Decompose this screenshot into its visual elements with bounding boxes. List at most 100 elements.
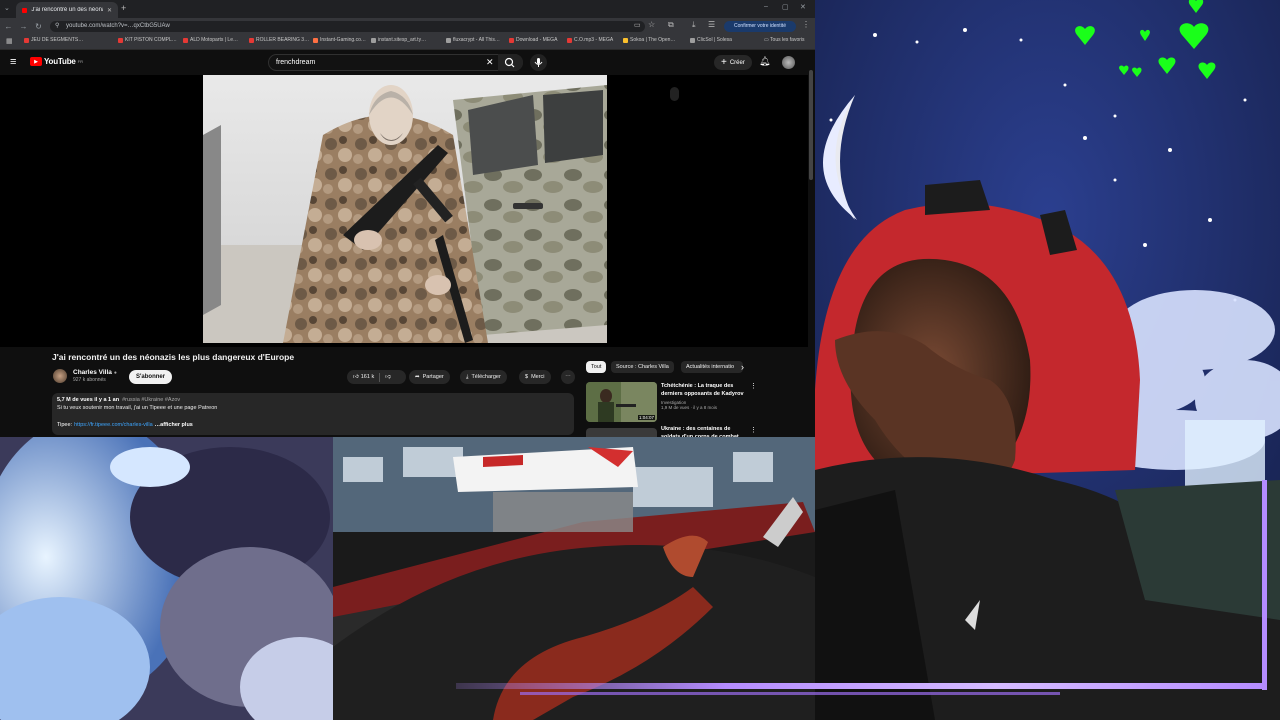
clear-search-icon[interactable]: ✕ [486, 57, 494, 68]
plus-icon: + [721, 57, 727, 68]
drinking-video-image [333, 437, 815, 720]
page-scrollbar[interactable] [809, 70, 813, 180]
youtube-favicon-icon [22, 7, 28, 13]
search-input[interactable]: frenchdream [276, 54, 315, 71]
reload-icon[interactable]: ↻ [33, 21, 44, 32]
bookmark-item[interactable]: Instant-Gaming.co… [313, 37, 366, 43]
more-actions-button[interactable]: ⋯ [561, 370, 575, 384]
recommendation-title: Tchétchénie : La traque des derniers opp… [661, 383, 744, 397]
chip-all[interactable]: Tout [586, 361, 607, 373]
apps-grid-icon[interactable]: ▦ [6, 37, 13, 45]
recommendation-more-icon[interactable]: ⋮ [750, 382, 757, 390]
webcam-feed-image [815, 0, 1280, 720]
bookmark-item[interactable]: fluxacrypt - All This… [446, 37, 500, 43]
tab-list-icon[interactable]: ⌄ [4, 4, 10, 12]
chevron-right-icon[interactable]: › [741, 362, 744, 372]
youtube-logo-text: YouTube [44, 57, 76, 66]
browser-window: ⌄ J'ai rencontré un des néona… ✕ + – ▢ ✕… [0, 0, 815, 437]
forward-icon[interactable]: → [18, 21, 29, 32]
sidebar-icon[interactable]: ☰ [708, 20, 715, 29]
downloads-icon[interactable]: ⤓ [692, 20, 696, 30]
search-icon [504, 57, 515, 68]
description-box[interactable]: 5,7 M de vues il y a 1 an #russia #Ukrai… [52, 393, 574, 435]
create-button[interactable]: + Créer [714, 55, 752, 70]
channel-name[interactable]: Charles Villa [73, 369, 112, 376]
more-horizontal-icon: ⋯ [565, 374, 571, 380]
search-button[interactable] [498, 54, 523, 71]
glitch-line [456, 683, 1266, 689]
url-field[interactable]: ⚲ youtube.com/watch?v=…qxCtbG5UAw [50, 21, 645, 32]
download-button[interactable]: ⤓ Télécharger [460, 370, 507, 384]
download-label: Télécharger [471, 374, 501, 380]
drinking-video-overlay [333, 437, 815, 720]
bookmark-item[interactable]: instant.sitesp_art.ty… [371, 37, 426, 43]
youtube-logo[interactable]: ▶ YouTube FR [30, 57, 83, 66]
like-dislike-group: 👍︎ 161 k 👎︎ [347, 370, 406, 384]
thanks-button[interactable]: $ Merci [519, 370, 551, 384]
thanks-icon: $ [525, 374, 529, 380]
bookmark-item[interactable]: C.O.mp3 - MEGA [567, 37, 613, 43]
share-label: Partager [422, 374, 444, 380]
channel-avatar[interactable] [53, 369, 67, 383]
bookmark-item[interactable]: ALD Motoparts | Le… [183, 37, 238, 43]
bookmark-favicon-icon [183, 37, 188, 43]
hashtags[interactable]: #russia #Ukraine #Azov [122, 397, 180, 403]
webcam-overlay [815, 0, 1280, 720]
bookmark-item[interactable]: Sokoa | The Open… [623, 37, 675, 43]
recommendation-item[interactable]: Tchétchénie : La traque des derniers opp… [661, 382, 749, 410]
video-still-image [203, 75, 607, 343]
view-stats: 5,7 M de vues il y a 1 an [57, 397, 120, 403]
avatar[interactable] [782, 56, 795, 69]
active-tab[interactable]: J'ai rencontré un des néona… ✕ [16, 2, 118, 18]
bookmark-label: ALD Motoparts | Le… [190, 37, 238, 43]
bookmark-label: C.O.mp3 - MEGA [574, 37, 614, 43]
bookmark-item[interactable]: KIT PISTON COMPL… [118, 37, 177, 43]
all-bookmarks-label: Tous les favoris [770, 37, 805, 43]
bookmark-favicon-icon [24, 37, 29, 43]
extensions-icon[interactable]: ⧉ [668, 20, 674, 30]
bookmark-favicon-icon [446, 37, 451, 43]
url-text: youtube.com/watch?v=…qxCtbG5UAw [66, 23, 170, 29]
profile-verify-label: Confirmer votre identité [734, 23, 786, 29]
hamburger-menu-icon[interactable]: ≡ [10, 56, 16, 68]
more-menu-icon[interactable]: ⋮ [802, 20, 810, 29]
minimize-icon[interactable]: – [764, 3, 768, 10]
notifications-bell-icon[interactable]: 🔔︎ [759, 56, 770, 67]
tipee-label: Tipee: [57, 422, 73, 428]
recommendation-title[interactable]: Ukraine : des centaines de soldats d'un … [661, 425, 749, 437]
bookmark-label: fluxacrypt - All This… [453, 37, 500, 43]
close-window-icon[interactable]: ✕ [800, 3, 806, 11]
player-overlay-icon[interactable] [670, 87, 679, 101]
profile-verify-button[interactable]: Confirmer votre identité [724, 21, 796, 32]
bookmark-label: Instant-Gaming.co… [320, 37, 366, 43]
chip-international-news[interactable]: Actualités internatio [681, 361, 743, 373]
like-button[interactable]: 👍︎ 161 k [353, 374, 374, 380]
bookmark-item[interactable]: JEU DE SEGMENTS… [24, 37, 83, 43]
bookmark-item[interactable]: ClicSol | Solesa [690, 37, 732, 43]
site-info-icon[interactable]: ⚲ [55, 21, 59, 32]
description-text: Si tu veux soutenir mon travail, j'ai un… [57, 405, 218, 411]
video-frame[interactable] [203, 75, 607, 343]
screen-cast-icon[interactable]: ▭ [634, 21, 641, 29]
subscribe-button[interactable]: S'abonner [129, 370, 173, 384]
chip-source[interactable]: Source : Charles Villa [611, 361, 674, 373]
maximize-icon[interactable]: ▢ [782, 3, 789, 11]
bookmark-star-icon[interactable]: ☆ [648, 20, 655, 29]
voice-search-button[interactable] [530, 54, 547, 71]
recommendation-thumbnail[interactable]: 1:04:07 [586, 382, 657, 422]
new-tab-icon[interactable]: + [121, 3, 126, 13]
thumbs-down-icon[interactable]: 👎︎ [385, 374, 391, 380]
bookmark-item[interactable]: ROLLER BEARING 3… [249, 37, 309, 43]
folder-icon: ▭ [764, 37, 769, 43]
bookmark-label: ClicSol | Solesa [697, 37, 732, 43]
all-bookmarks-link[interactable]: ▭ Tous les favoris [764, 37, 805, 43]
share-button[interactable]: ➦ Partager [409, 370, 450, 384]
close-tab-icon[interactable]: ✕ [107, 7, 112, 14]
tipee-link[interactable]: https://fr.tipeee.com/charles-villa [74, 422, 153, 428]
recommendation-thumbnail[interactable] [586, 428, 657, 437]
show-more-link[interactable]: …afficher plus [155, 422, 193, 428]
bookmark-item[interactable]: Download - MEGA [509, 37, 557, 43]
recommendation-more-icon[interactable]: ⋮ [750, 426, 757, 434]
bookmark-favicon-icon [567, 37, 572, 43]
back-icon[interactable]: ← [3, 21, 14, 32]
